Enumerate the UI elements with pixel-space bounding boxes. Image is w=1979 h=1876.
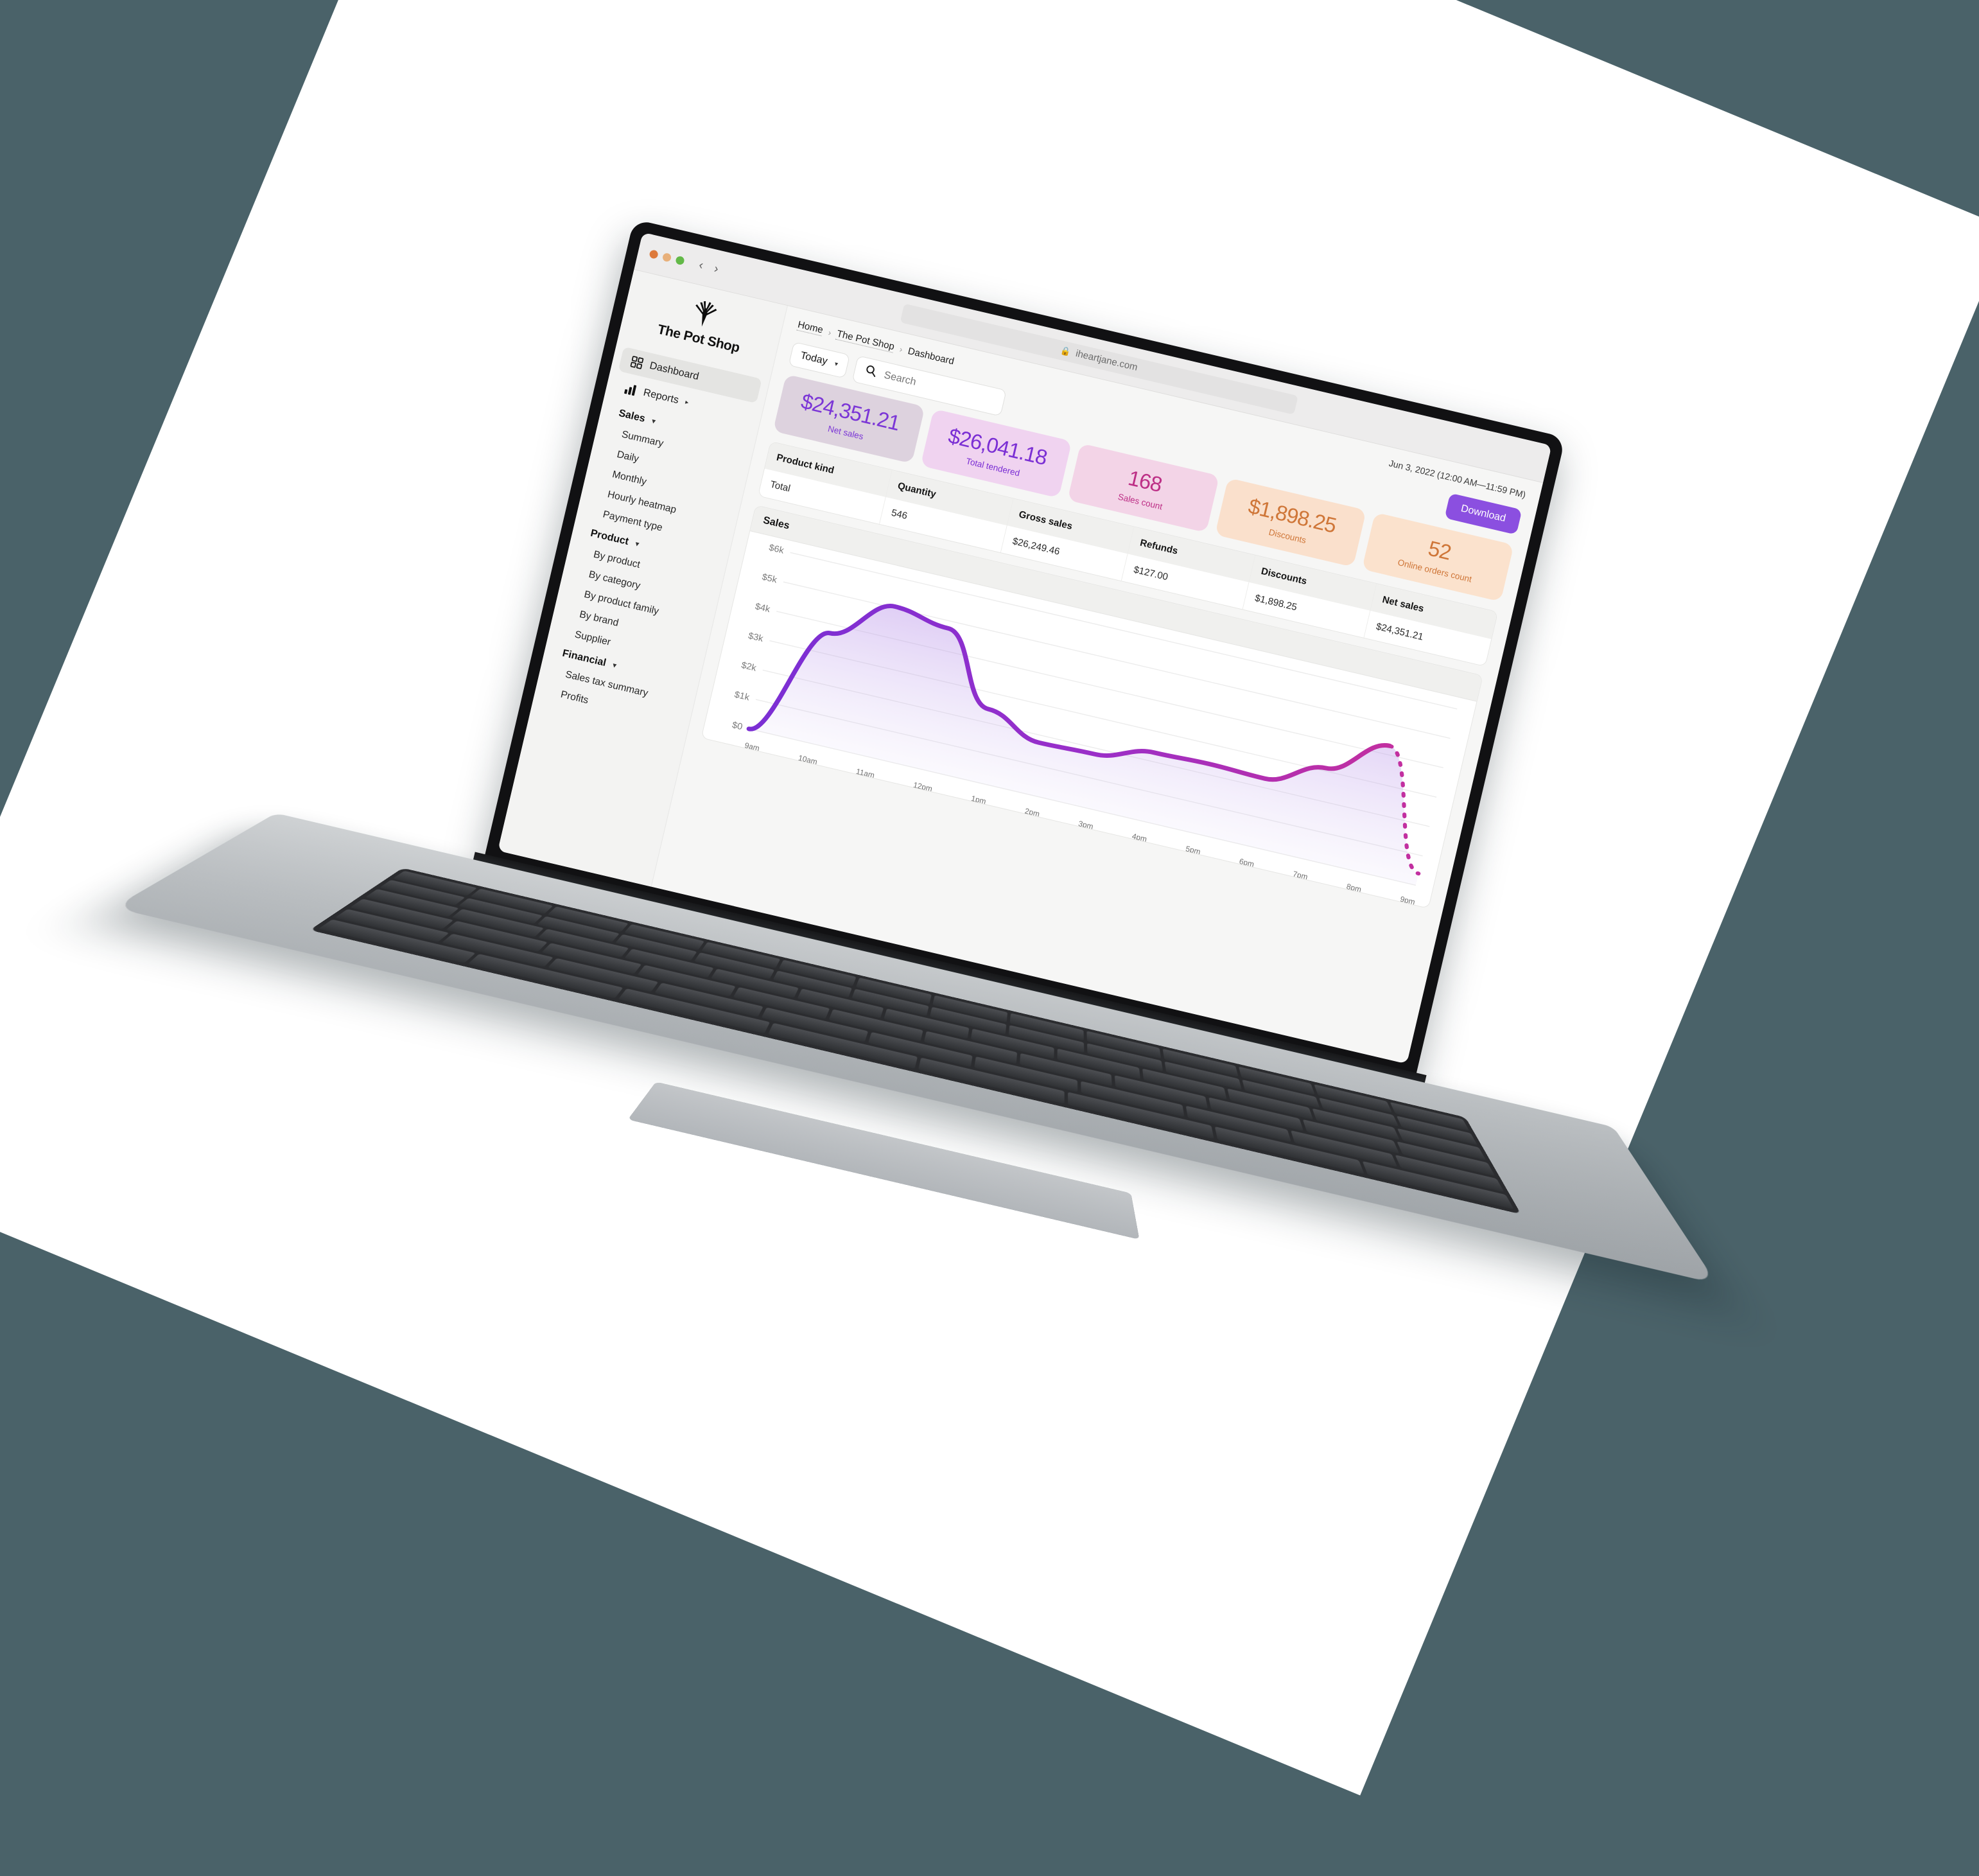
y-tick-label: $6k [768, 543, 785, 556]
back-icon[interactable]: ‹ [697, 258, 704, 273]
close-window-button[interactable] [649, 249, 659, 259]
y-tick-label: $4k [754, 602, 771, 615]
chevron-right-icon: ▸ [684, 398, 690, 407]
chevron-down-icon: ▾ [833, 360, 839, 368]
bar-chart-icon [623, 382, 638, 397]
x-tick-label: 10am [797, 753, 819, 767]
grid-squares-icon [630, 355, 645, 370]
breadcrumb-shop[interactable]: The Pot Shop [835, 328, 896, 353]
sidebar-item-label: Reports [642, 387, 680, 406]
x-tick-label: 8pm [1345, 882, 1363, 895]
x-tick-label: 4pm [1131, 831, 1148, 844]
caret-down-icon: ▼ [610, 661, 619, 670]
y-tick-label: $5k [761, 572, 778, 586]
x-tick-label: 1pm [970, 793, 987, 806]
sidebar-subitem-label: Supplier [573, 629, 612, 648]
x-tick-label: 9pm [1399, 894, 1417, 907]
breadcrumb-separator: › [827, 327, 833, 338]
breadcrumb-home[interactable]: Home [796, 319, 824, 337]
sidebar-subitem-label: Profits [559, 688, 590, 706]
x-tick-label: 7pm [1292, 869, 1309, 882]
sidebar-subitem-label: Monthly [611, 469, 648, 488]
period-select-value: Today [799, 350, 829, 367]
x-tick-label: 5pm [1185, 844, 1202, 857]
url-text: iheartjane.com [1074, 347, 1139, 373]
breadcrumb-current: Dashboard [907, 345, 955, 367]
sidebar-subitem-label: Daily [616, 448, 640, 465]
sidebar-item-label: Dashboard [649, 360, 701, 382]
lock-icon: 🔒 [1059, 344, 1072, 357]
sidebar-group-label: Sales [617, 407, 647, 425]
window-controls[interactable] [649, 249, 685, 266]
x-tick-label: 2pm [1024, 806, 1041, 819]
browser-nav[interactable]: ‹ › [697, 258, 720, 276]
cannabis-leaf-icon [695, 301, 717, 327]
x-tick-label: 9am [744, 741, 761, 753]
breadcrumb-separator: › [898, 344, 904, 355]
period-select[interactable]: Today ▾ [788, 341, 850, 379]
caret-down-icon: ▼ [649, 417, 658, 426]
y-tick-label: $0 [731, 720, 744, 732]
maximize-window-button[interactable] [675, 255, 685, 266]
y-tick-label: $2k [740, 660, 758, 674]
x-tick-label: 6pm [1238, 856, 1255, 869]
y-tick-label: $1k [733, 690, 751, 703]
forward-icon[interactable]: › [713, 261, 720, 276]
search-icon [864, 364, 878, 380]
y-tick-label: $3k [747, 631, 765, 644]
caret-down-icon: ▼ [633, 540, 641, 548]
x-tick-label: 11am [855, 766, 876, 780]
x-tick-label: 3pm [1077, 819, 1094, 832]
minimize-window-button[interactable] [661, 252, 672, 263]
x-tick-label: 12pm [912, 780, 934, 794]
